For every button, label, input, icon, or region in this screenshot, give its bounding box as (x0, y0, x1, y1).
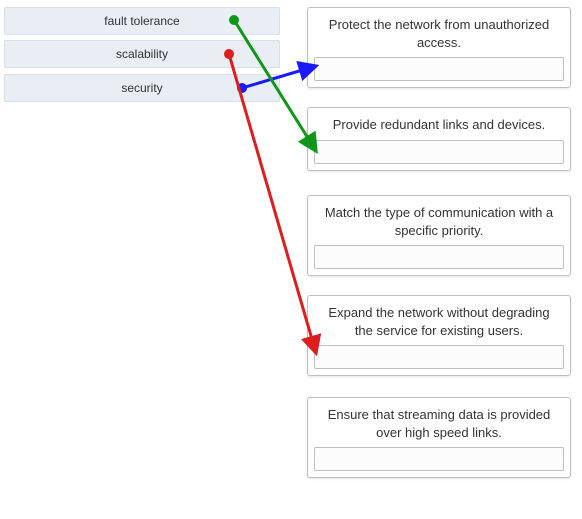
target-label: Protect the network from unauthorized ac… (308, 8, 570, 57)
target-label: Provide redundant links and devices. (308, 108, 570, 140)
target-unauthorized[interactable]: Protect the network from unauthorized ac… (307, 7, 571, 88)
handle-scalability[interactable] (224, 49, 234, 59)
matching-exercise: fault tolerance scalability security Pro… (0, 0, 582, 519)
drop-slot[interactable] (314, 245, 564, 269)
target-label: Expand the network without degrading the… (308, 296, 570, 345)
handle-security[interactable] (237, 83, 247, 93)
target-label: Ensure that streaming data is provided o… (308, 398, 570, 447)
target-expand[interactable]: Expand the network without degrading the… (307, 295, 571, 376)
target-redundant[interactable]: Provide redundant links and devices. (307, 107, 571, 171)
handle-fault-tolerance[interactable] (229, 15, 239, 25)
target-label: Match the type of communication with a s… (308, 196, 570, 245)
source-label: scalability (116, 47, 168, 61)
source-label: fault tolerance (104, 14, 179, 28)
target-priority[interactable]: Match the type of communication with a s… (307, 195, 571, 276)
drop-slot[interactable] (314, 447, 564, 471)
drop-slot[interactable] (314, 57, 564, 81)
drop-slot[interactable] (314, 140, 564, 164)
drop-slot[interactable] (314, 345, 564, 369)
target-streaming[interactable]: Ensure that streaming data is provided o… (307, 397, 571, 478)
source-scalability[interactable]: scalability (4, 40, 280, 68)
source-label: security (121, 81, 162, 95)
